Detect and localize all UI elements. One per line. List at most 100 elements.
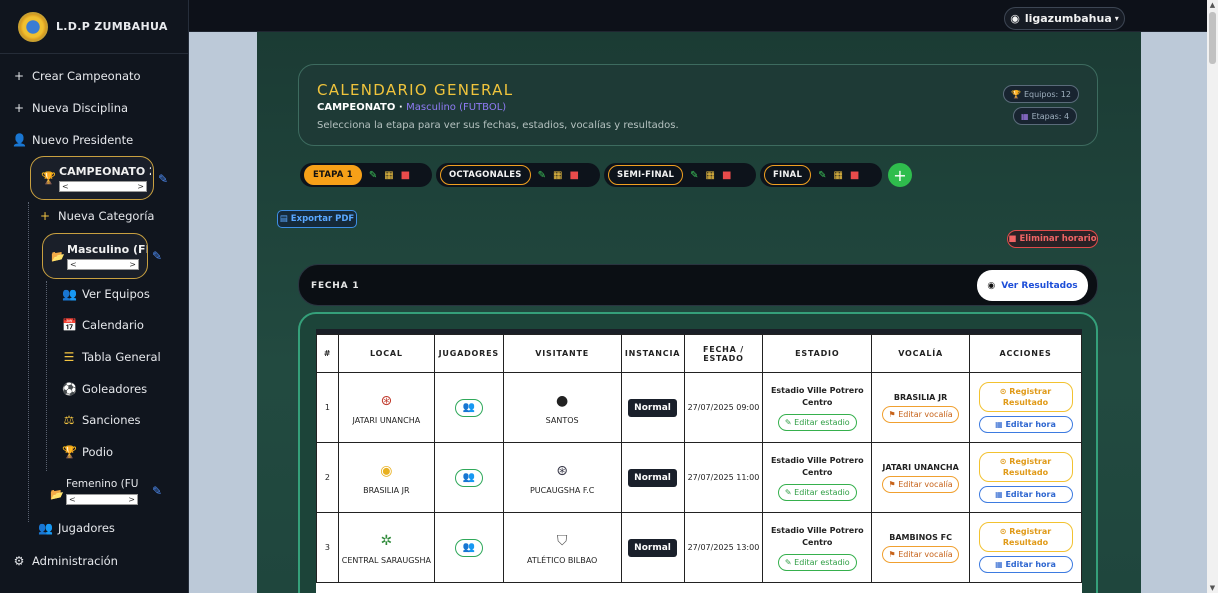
horizontal-scrollbar[interactable]: < > bbox=[67, 259, 139, 270]
players-button[interactable]: 👥 bbox=[454, 538, 483, 557]
tab-final[interactable]: FINAL bbox=[764, 165, 812, 185]
tab-semi-final[interactable]: SEMI-FINAL bbox=[608, 165, 684, 185]
edit-stadium-button[interactable]: ✎ Editar estadio bbox=[777, 483, 857, 501]
tab-octagonales[interactable]: OCTAGONALES bbox=[440, 165, 531, 185]
brand-name: L.D.P ZUMBAHUA bbox=[56, 20, 168, 33]
stadium-cell: Estadio Ville Potrero Centro ✎ Editar est… bbox=[762, 372, 873, 443]
stage-tab-group: OCTAGONALES ✎ ▦ ■ bbox=[436, 163, 600, 187]
sidebar-item-tabla-general[interactable]: ☰ Tabla General bbox=[62, 350, 161, 364]
sidebar-item-nueva-categoria[interactable]: + Nueva Categoría bbox=[38, 209, 154, 223]
scrollbar-thumb[interactable] bbox=[1209, 12, 1216, 64]
stadium-name: Estadio Ville Potrero Centro bbox=[770, 525, 864, 547]
edit-icon[interactable]: ✎ bbox=[818, 170, 826, 181]
add-stage-button[interactable]: + bbox=[888, 163, 912, 187]
edit-vocalia-button[interactable]: ⚑ Editar vocalía bbox=[882, 475, 959, 493]
sidebar-item-femenino[interactable]: 📂 Femenino (FU < > bbox=[48, 474, 148, 510]
calendar-icon[interactable]: ▦ bbox=[833, 170, 842, 181]
sidebar-item-label: Crear Campeonato bbox=[32, 69, 141, 83]
edit-icon[interactable]: ✎ bbox=[152, 249, 162, 263]
sidebar-item-podio[interactable]: 🏆 Podio bbox=[62, 445, 113, 459]
plus-icon: + bbox=[39, 209, 51, 223]
calendar-icon[interactable]: ▦ bbox=[706, 170, 715, 181]
sidebar-item-jugadores[interactable]: 👥 Jugadores bbox=[38, 521, 115, 535]
stage-tab-group: ETAPA 1 ✎ ▦ ■ bbox=[300, 163, 432, 187]
table-row: 2 ◉ BRASILIA JR 👥 ⊛ PUCAUGSHA F.C Normal 2… bbox=[316, 442, 1082, 513]
user-circle-icon: ◉ bbox=[1010, 12, 1020, 25]
register-result-button[interactable]: ⊙ Registrar Resultado bbox=[978, 452, 1073, 482]
export-pdf-button[interactable]: ▤ Exportar PDF bbox=[277, 210, 357, 228]
team-crest-icon: ✲ bbox=[380, 533, 393, 549]
sidebar-item-sanciones[interactable]: ⚖ Sanciones bbox=[62, 413, 141, 427]
edit-time-button[interactable]: ▦ Editar hora bbox=[978, 486, 1073, 503]
page-scrollbar[interactable]: ▲ ▼ bbox=[1207, 0, 1218, 593]
category-name: Masculino (FUTBOL) bbox=[406, 102, 507, 113]
register-result-label: Registrar Resultado bbox=[1002, 387, 1052, 407]
matches-table: # LOCAL JUGADORES VISITANTE INSTANCIA FE… bbox=[316, 334, 1082, 583]
view-results-button[interactable]: ◉ Ver Resultados bbox=[977, 270, 1088, 301]
edit-time-button[interactable]: ▦ Editar hora bbox=[978, 416, 1073, 433]
edit-time-button[interactable]: ▦ Editar hora bbox=[978, 556, 1073, 573]
register-result-button[interactable]: ⊙ Registrar Resultado bbox=[978, 522, 1073, 552]
edit-icon[interactable]: ✎ bbox=[369, 170, 377, 181]
delete-schedule-label: Eliminar horario bbox=[1019, 234, 1097, 244]
players-button[interactable]: 👥 bbox=[454, 398, 483, 417]
masculino-label: Masculino (FI bbox=[67, 243, 147, 256]
export-label: Exportar PDF bbox=[290, 214, 355, 224]
sidebar-item-calendario[interactable]: 📅 Calendario bbox=[62, 318, 144, 332]
sidebar-item-ver-equipos[interactable]: 👥 Ver Equipos bbox=[62, 287, 150, 301]
edit-icon[interactable]: ✎ bbox=[152, 484, 162, 498]
visitor-team-name: PUCAUGSHA F.C bbox=[529, 486, 595, 495]
sidebar-item-masculino[interactable]: 📂 Masculino (FI < > bbox=[42, 233, 148, 279]
match-number: 3 bbox=[316, 512, 339, 583]
edit-icon[interactable]: ✎ bbox=[538, 170, 546, 181]
matches-table-container: # LOCAL JUGADORES VISITANTE INSTANCIA FE… bbox=[316, 329, 1082, 593]
delete-schedule-button[interactable]: ■ Eliminar horario bbox=[1007, 230, 1098, 248]
horizontal-scrollbar[interactable]: < > bbox=[59, 181, 147, 192]
matches-table-card: # LOCAL JUGADORES VISITANTE INSTANCIA FE… bbox=[298, 312, 1098, 593]
table-row: 3 ✲ CENTRAL SARAUGSHA 👥 ⛉ ATLÉTICO BILBAO … bbox=[316, 512, 1082, 583]
edit-vocalia-button[interactable]: ⚑ Editar vocalía bbox=[882, 405, 959, 423]
edit-icon[interactable]: ✎ bbox=[158, 172, 168, 186]
trash-icon[interactable]: ■ bbox=[722, 170, 731, 181]
sidebar-item-nueva-disciplina[interactable]: + Nueva Disciplina bbox=[12, 101, 128, 115]
calendar-icon[interactable]: ▦ bbox=[553, 170, 562, 181]
edit-time-label: Editar hora bbox=[1005, 560, 1056, 569]
players-button[interactable]: 👥 bbox=[454, 468, 483, 487]
sidebar-item-label: Goleadores bbox=[82, 382, 148, 396]
trash-icon[interactable]: ■ bbox=[401, 170, 410, 181]
sidebar-item-nuevo-presidente[interactable]: 👤 Nuevo Presidente bbox=[12, 133, 133, 147]
sidebar-item-administracion[interactable]: ⚙ Administración bbox=[12, 554, 118, 568]
table-row: 1 ⊛ JATARI UNANCHA 👥 ● SANTOS Normal 27/07… bbox=[316, 372, 1082, 443]
scroll-down-icon[interactable]: ▼ bbox=[1207, 584, 1218, 592]
edit-vocalia-button[interactable]: ⚑ Editar vocalía bbox=[882, 545, 959, 563]
instance-badge: Normal bbox=[628, 538, 677, 557]
scroll-up-icon[interactable]: ▲ bbox=[1207, 1, 1218, 9]
column-header: JUGADORES bbox=[433, 334, 504, 373]
edit-icon[interactable]: ✎ bbox=[690, 170, 698, 181]
league-logo-icon bbox=[18, 11, 48, 42]
brand[interactable]: L.D.P ZUMBAHUA bbox=[0, 0, 188, 54]
trash-icon[interactable]: ■ bbox=[569, 170, 578, 181]
players-cell: 👥 bbox=[433, 512, 504, 583]
sidebar-item-campeonato[interactable]: 🏆 CAMPEONATO 2( <> bbox=[30, 156, 154, 200]
femenino-label: Femenino (FU bbox=[66, 478, 139, 490]
user-menu-button[interactable]: ◉ ligazumbahua ▾ bbox=[1004, 7, 1125, 30]
column-header: VISITANTE bbox=[502, 334, 622, 373]
sidebar-item-label: Sanciones bbox=[82, 413, 141, 427]
list-icon: ☰ bbox=[63, 350, 75, 364]
stadium-name: Estadio Ville Potrero Centro bbox=[770, 455, 864, 477]
calendar-icon[interactable]: ▦ bbox=[384, 170, 393, 181]
tab-etapa-1[interactable]: ETAPA 1 bbox=[304, 165, 362, 185]
edit-stadium-button[interactable]: ✎ Editar estadio bbox=[777, 413, 857, 431]
view-results-label: Ver Resultados bbox=[1001, 280, 1078, 291]
horizontal-scrollbar[interactable]: < > bbox=[66, 494, 138, 505]
sidebar-item-crear-campeonato[interactable]: + Crear Campeonato bbox=[12, 69, 141, 83]
users-icon: 👥 bbox=[62, 287, 77, 301]
team-crest-icon: ⊛ bbox=[380, 393, 393, 409]
sidebar-item-goleadores[interactable]: ⚽ Goleadores bbox=[62, 382, 147, 396]
edit-stadium-button[interactable]: ✎ Editar estadio bbox=[777, 553, 857, 571]
register-result-button[interactable]: ⊙ Registrar Resultado bbox=[978, 382, 1073, 412]
trash-icon[interactable]: ■ bbox=[850, 170, 859, 181]
column-header: LOCAL bbox=[337, 334, 435, 373]
vocalia-cell: JATARI UNANCHA ⚑ Editar vocalía bbox=[871, 442, 971, 513]
